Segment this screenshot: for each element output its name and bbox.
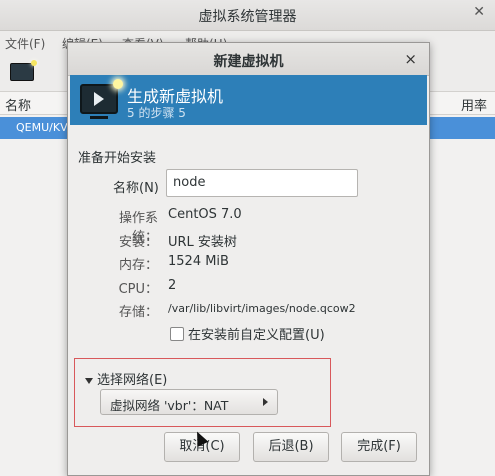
memory-value: 1524 MiB	[168, 254, 229, 269]
storage-label: 存储：	[118, 305, 158, 320]
expander-arrow-icon	[85, 377, 93, 384]
os-value: CentOS 7.0	[168, 207, 242, 222]
network-expander[interactable]: 选择网络(E)	[85, 369, 167, 388]
cpu-label: CPU：	[118, 282, 158, 297]
network-expander-label[interactable]: 选择网络(E)	[97, 373, 167, 388]
cpu-value: 2	[168, 278, 177, 293]
network-source-value: 虚拟网络 'vbr'：NAT	[110, 398, 229, 413]
customize-checkbox-label[interactable]: 在安装前自定义配置(U)	[188, 328, 325, 343]
install-label: 安装：	[118, 235, 158, 250]
column-name[interactable]: 名称	[5, 95, 31, 114]
vm-name-input[interactable]: node	[166, 169, 358, 197]
connection-label: QEMU/KV	[16, 121, 68, 134]
storage-value: /var/lib/libvirt/images/node.qcow2	[168, 302, 356, 315]
wizard-header-banner: 生成新虚拟机 5 的步骤 5	[70, 75, 427, 125]
monitor-play-icon	[80, 79, 123, 119]
customize-checkbox[interactable]	[170, 326, 184, 341]
new-vm-monitor-icon[interactable]	[10, 60, 37, 81]
section-heading: 准备开始安装	[78, 151, 157, 166]
main-window-titlebar: 虚拟系统管理器 ✕	[0, 0, 495, 31]
back-button[interactable]: 后退(B)	[253, 432, 329, 462]
main-window-title: 虚拟系统管理器	[198, 9, 297, 25]
new-vm-dialog: 新建虚拟机 × 生成新虚拟机 5 的步骤 5 准备开始安装 名称(N) node…	[67, 42, 430, 476]
network-source-dropdown[interactable]: 虚拟网络 'vbr'：NAT	[100, 389, 278, 415]
wizard-step: 5 的步骤 5	[127, 106, 186, 120]
finish-button[interactable]: 完成(F)	[341, 432, 417, 462]
main-close-icon[interactable]: ✕	[473, 4, 485, 20]
install-value: URL 安装树	[168, 235, 237, 250]
dropdown-arrow-icon	[263, 398, 268, 406]
menu-file[interactable]: 文件(F)	[5, 35, 45, 52]
dialog-titlebar: 新建虚拟机 ×	[68, 43, 429, 76]
dialog-close-icon[interactable]: ×	[404, 50, 417, 68]
customize-checkbox-row[interactable]: 在安装前自定义配置(U)	[170, 324, 325, 343]
memory-label: 内存：	[118, 258, 158, 273]
name-label: 名称(N)	[113, 181, 159, 196]
column-usage[interactable]: 用率	[461, 95, 487, 114]
dialog-title: 新建虚拟机	[213, 54, 284, 70]
network-highlight-frame: 选择网络(E) 虚拟网络 'vbr'：NAT	[74, 358, 331, 427]
